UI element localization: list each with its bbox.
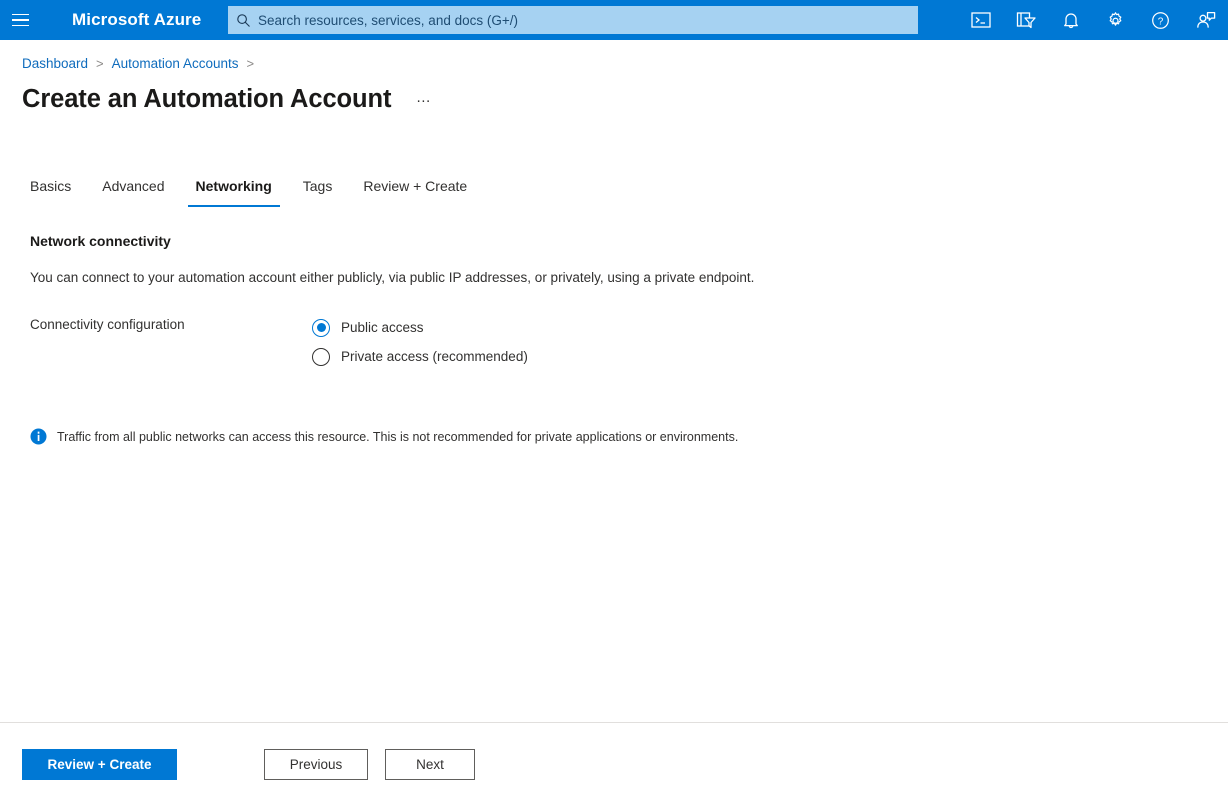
wizard-footer-bar: Review + Create Previous Next — [0, 723, 1228, 794]
tab-advanced[interactable]: Advanced — [94, 176, 172, 207]
page-title-row: Create an Automation Account … — [22, 82, 437, 116]
tab-basics[interactable]: Basics — [22, 176, 79, 207]
connectivity-configuration-label: Connectivity configuration — [30, 313, 312, 335]
tab-tags[interactable]: Tags — [295, 176, 341, 207]
radio-private-access[interactable]: Private access (recommended) — [312, 342, 528, 371]
network-connectivity-heading: Network connectivity — [30, 233, 171, 249]
svg-text:?: ? — [1158, 16, 1164, 27]
radio-selected-icon — [312, 319, 330, 337]
directories-subscriptions-icon[interactable] — [1003, 0, 1048, 40]
radio-public-access[interactable]: Public access — [312, 313, 528, 342]
breadcrumb-item-dashboard[interactable]: Dashboard — [22, 56, 88, 71]
wizard-tab-list: Basics Advanced Networking Tags Review +… — [22, 176, 490, 210]
page-title: Create an Automation Account — [22, 82, 391, 116]
top-bar-icon-group: ? — [958, 0, 1228, 40]
notifications-bell-icon[interactable] — [1048, 0, 1093, 40]
tab-networking[interactable]: Networking — [188, 176, 280, 207]
connectivity-configuration-radio-group: Public access Private access (recommende… — [312, 313, 528, 371]
hamburger-line — [12, 25, 29, 27]
breadcrumb-separator-icon: > — [246, 56, 254, 71]
breadcrumb-item-automation-accounts[interactable]: Automation Accounts — [112, 56, 239, 71]
info-message-text: Traffic from all public networks can acc… — [57, 430, 738, 444]
breadcrumb-separator-icon: > — [96, 56, 104, 71]
global-search-box[interactable] — [228, 6, 918, 34]
radio-public-access-label: Public access — [341, 320, 424, 335]
azure-top-navigation-bar: Microsoft Azure — [0, 0, 1228, 40]
connectivity-configuration-field: Connectivity configuration Public access… — [30, 313, 830, 371]
network-connectivity-description: You can connect to your automation accou… — [30, 270, 754, 285]
next-button[interactable]: Next — [385, 749, 475, 780]
radio-unselected-icon — [312, 348, 330, 366]
previous-button[interactable]: Previous — [264, 749, 368, 780]
settings-gear-icon[interactable] — [1093, 0, 1138, 40]
help-question-icon[interactable]: ? — [1138, 0, 1183, 40]
hamburger-line — [12, 14, 29, 16]
hamburger-line — [12, 19, 29, 21]
feedback-person-icon[interactable] — [1183, 0, 1228, 40]
info-circle-icon — [30, 428, 47, 445]
review-create-button[interactable]: Review + Create — [22, 749, 177, 780]
radio-private-access-label: Private access (recommended) — [341, 349, 528, 364]
tab-review-create[interactable]: Review + Create — [355, 176, 475, 207]
breadcrumb: Dashboard > Automation Accounts > — [22, 52, 262, 74]
search-input[interactable] — [258, 7, 898, 33]
public-access-info-message: Traffic from all public networks can acc… — [30, 428, 738, 445]
search-icon — [228, 13, 258, 28]
azure-brand-logo[interactable]: Microsoft Azure — [72, 10, 201, 30]
more-options-ellipsis-icon[interactable]: … — [411, 87, 437, 109]
hamburger-menu-icon[interactable] — [0, 0, 40, 40]
cloud-shell-icon[interactable] — [958, 0, 1003, 40]
